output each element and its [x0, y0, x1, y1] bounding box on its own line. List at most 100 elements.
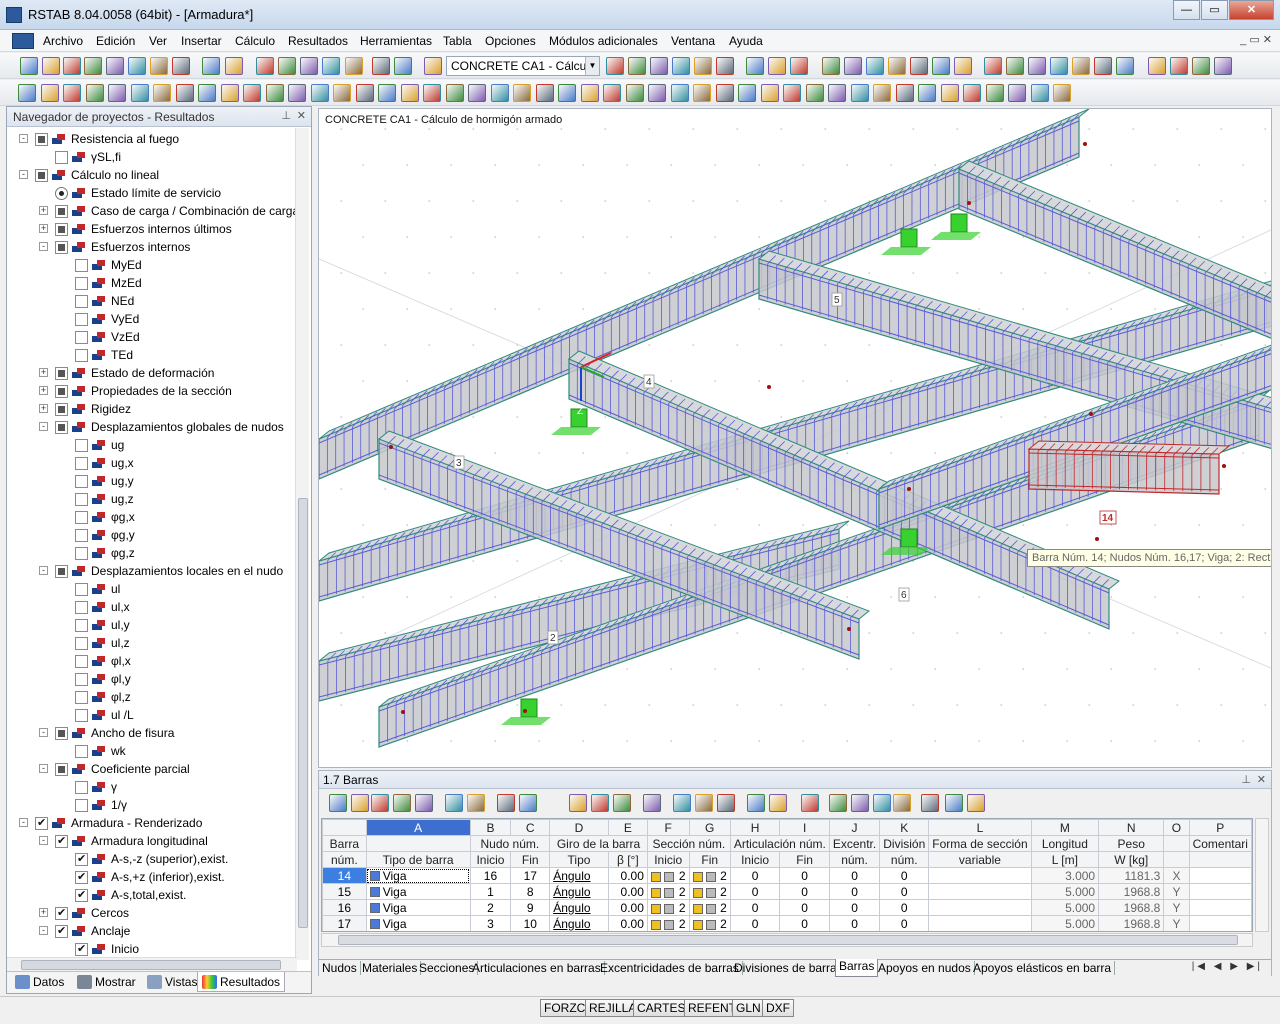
- tree-item[interactable]: ul,y: [75, 616, 130, 634]
- tree-item[interactable]: TEd: [75, 346, 133, 364]
- hscroll-thumb[interactable]: [338, 935, 1238, 945]
- tree-item[interactable]: VyEd: [75, 310, 139, 328]
- cell-comment[interactable]: [1188, 899, 1252, 916]
- toolbar-button-icon[interactable]: [844, 57, 862, 75]
- cell-division[interactable]: 0: [879, 915, 930, 931]
- tree-item[interactable]: Resistencia al fuego: [35, 130, 179, 148]
- toolbar-button-icon[interactable]: [497, 794, 515, 812]
- tree-checkbox[interactable]: [35, 168, 48, 182]
- toolbar-button-icon[interactable]: [84, 57, 102, 75]
- tab-mostrar[interactable]: Mostrar: [77, 975, 136, 989]
- toolbar-button-icon[interactable]: [932, 57, 950, 75]
- tree-checkbox[interactable]: [75, 636, 88, 650]
- table-tab[interactable]: Materiales: [359, 961, 422, 975]
- cell-start-node[interactable]: 1: [469, 883, 512, 900]
- tree-checkbox[interactable]: [75, 276, 88, 290]
- toolbar-button-icon[interactable]: [716, 84, 734, 102]
- toolbar-button-icon[interactable]: [716, 57, 734, 75]
- tree-item[interactable]: φg,x: [75, 508, 135, 526]
- pin-icon[interactable]: ⊥: [1241, 773, 1251, 786]
- tree-item[interactable]: 1/γ: [75, 796, 127, 814]
- tree-item[interactable]: Estado límite de servicio: [55, 184, 221, 202]
- column-letter[interactable]: G: [688, 819, 731, 836]
- toolbar-button-icon[interactable]: [896, 84, 914, 102]
- tree-item[interactable]: A-s,-z (superior),exist.: [75, 850, 228, 868]
- tree-item[interactable]: Rigidez: [55, 400, 131, 418]
- toolbar-button-icon[interactable]: [648, 84, 666, 102]
- toolbar-button-icon[interactable]: [393, 794, 411, 812]
- cell-hinge-start[interactable]: 0: [729, 867, 781, 884]
- menu-insertar[interactable]: Insertar: [181, 34, 222, 48]
- menu-ayuda[interactable]: Ayuda: [729, 34, 763, 48]
- toolbar-button-icon[interactable]: [300, 57, 318, 75]
- member-label[interactable]: 14: [1102, 513, 1114, 524]
- toolbar-button-icon[interactable]: [1148, 57, 1166, 75]
- tree-item[interactable]: ug: [75, 436, 124, 454]
- tree-item[interactable]: MyEd: [75, 256, 142, 274]
- tree-expander[interactable]: -: [39, 926, 48, 935]
- toolbar-button-icon[interactable]: [628, 57, 646, 75]
- table-tab[interactable]: Articulaciones en barras: [469, 961, 605, 975]
- table-tab[interactable]: Excentricidades de barras: [597, 961, 743, 975]
- menu-archivo[interactable]: Archivo: [43, 34, 83, 48]
- tree-item[interactable]: φl,z: [75, 688, 131, 706]
- toolbar-button-icon[interactable]: [945, 794, 963, 812]
- hscroll-thumb[interactable]: [21, 960, 281, 970]
- cell-type[interactable]: Viga: [383, 901, 407, 915]
- cell-beta[interactable]: 0.00: [607, 867, 648, 884]
- toolbar-button-icon[interactable]: [558, 84, 576, 102]
- tree-checkbox[interactable]: [75, 852, 88, 866]
- tree-checkbox[interactable]: [55, 402, 68, 416]
- toolbar-button-icon[interactable]: [63, 57, 81, 75]
- tree-checkbox[interactable]: [75, 690, 88, 704]
- column-letter[interactable]: I: [779, 819, 830, 836]
- toolbar-button-icon[interactable]: [650, 57, 668, 75]
- toolbar-button-icon[interactable]: [108, 84, 126, 102]
- tree-expander[interactable]: -: [39, 836, 48, 845]
- toolbar-button-icon[interactable]: [783, 84, 801, 102]
- tree-checkbox[interactable]: [75, 492, 88, 506]
- toolbar-button-icon[interactable]: [150, 57, 168, 75]
- node-point[interactable]: [523, 709, 527, 713]
- cell-type[interactable]: Viga: [383, 917, 407, 931]
- tree-item[interactable]: VzEd: [75, 328, 140, 346]
- status-cartes[interactable]: CARTES: [633, 999, 690, 1017]
- cell-section-start[interactable]: 2: [679, 885, 686, 899]
- toolbar-button-icon[interactable]: [63, 84, 81, 102]
- tree-checkbox[interactable]: [35, 816, 48, 830]
- cell-type[interactable]: Viga: [383, 869, 407, 883]
- support-icon[interactable]: [900, 228, 918, 248]
- toolbar-button-icon[interactable]: [1116, 57, 1134, 75]
- tree-checkbox[interactable]: [55, 906, 68, 920]
- tree-checkbox[interactable]: [55, 762, 68, 776]
- menu-calculo[interactable]: Cálculo: [235, 34, 275, 48]
- tree-item[interactable]: Cálculo no lineal: [35, 166, 159, 184]
- toolbar-button-icon[interactable]: [828, 84, 846, 102]
- toolbar-button-icon[interactable]: [1050, 57, 1068, 75]
- cell-section-end[interactable]: 2: [720, 885, 727, 899]
- tree-item[interactable]: Estado de deformación: [55, 364, 214, 382]
- column-letter[interactable]: K: [879, 819, 930, 836]
- tree-expander[interactable]: +: [39, 386, 48, 395]
- toolbar-button-icon[interactable]: [1008, 84, 1026, 102]
- mdi-controls[interactable]: _ ▭ ✕: [1240, 33, 1272, 46]
- support-icon[interactable]: [950, 213, 968, 233]
- cell-comment[interactable]: [1188, 883, 1252, 900]
- tree-checkbox[interactable]: [75, 510, 88, 524]
- toolbar-button-icon[interactable]: [746, 57, 764, 75]
- cell-hinge-start[interactable]: 0: [729, 883, 781, 900]
- toolbar-button-icon[interactable]: [603, 84, 621, 102]
- tree-item[interactable]: Desplazamientos locales en el nudo: [55, 562, 283, 580]
- menu-opciones[interactable]: Opciones: [485, 34, 536, 48]
- toolbar-button-icon[interactable]: [768, 57, 786, 75]
- toolbar-button-icon[interactable]: [693, 84, 711, 102]
- toolbar-button-icon[interactable]: [986, 84, 1004, 102]
- tree-checkbox[interactable]: [75, 780, 88, 794]
- cell-variable[interactable]: [928, 915, 1032, 931]
- toolbar-button-icon[interactable]: [673, 794, 691, 812]
- toolbar-button-icon[interactable]: [606, 57, 624, 75]
- cell-comment[interactable]: [1188, 867, 1252, 884]
- scroll-thumb[interactable]: [298, 498, 308, 928]
- navigator-scrollbar[interactable]: [295, 128, 309, 960]
- tree-item[interactable]: ug,z: [75, 490, 134, 508]
